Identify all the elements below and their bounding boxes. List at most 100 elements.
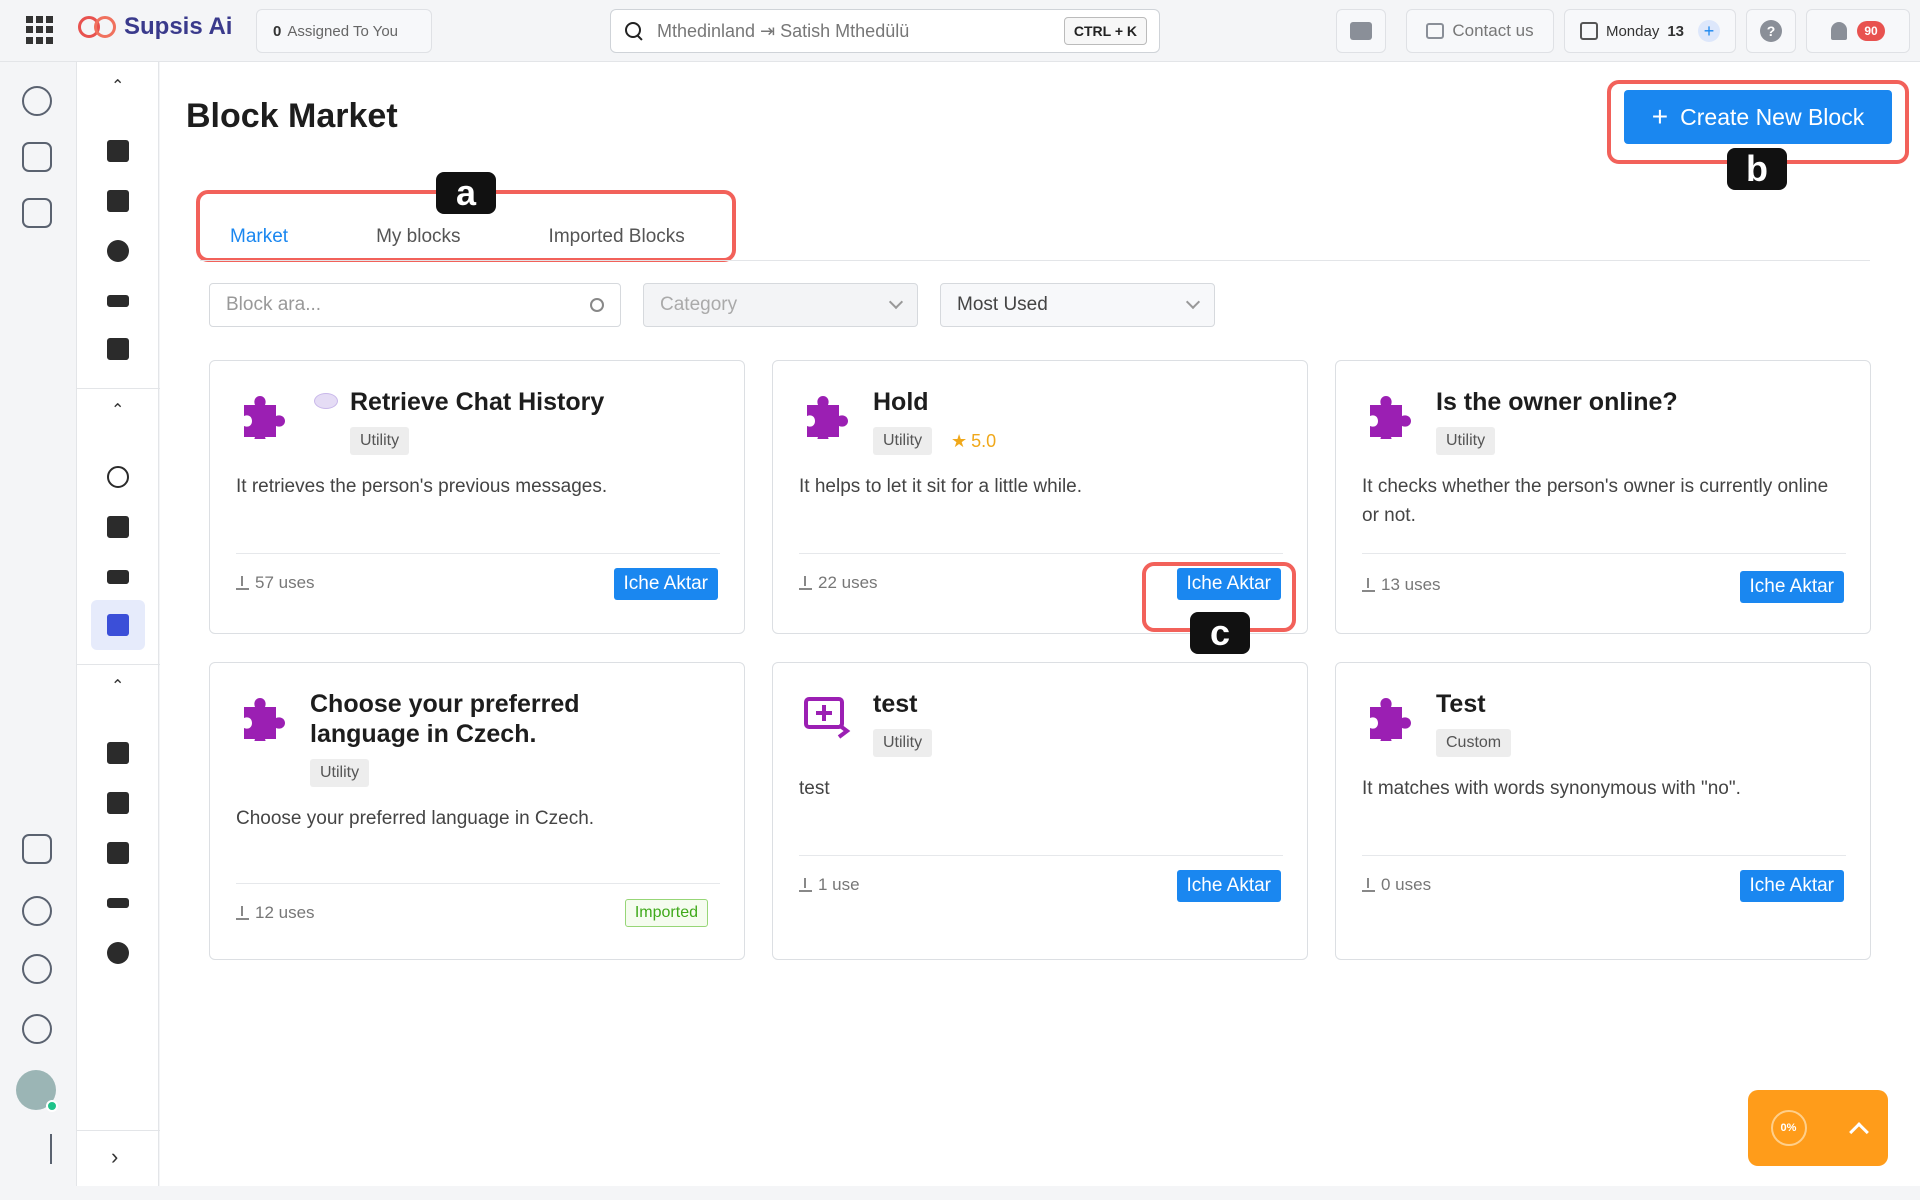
category-select[interactable]: Category bbox=[643, 283, 918, 327]
contacts-card-icon[interactable] bbox=[22, 142, 52, 172]
book-icon[interactable] bbox=[107, 140, 129, 162]
date-day: Monday bbox=[1605, 22, 1660, 40]
card-uses: 57 uses bbox=[236, 573, 315, 593]
create-new-block-button[interactable]: + Create New Block bbox=[1624, 90, 1892, 144]
archive-tray-icon[interactable] bbox=[22, 198, 52, 228]
inbox-button[interactable] bbox=[1336, 9, 1386, 53]
calendar-icon bbox=[1579, 22, 1598, 40]
bar-chart-icon[interactable] bbox=[107, 842, 129, 864]
card-category-tag: Utility bbox=[350, 427, 410, 455]
collapse-section-chevron-icon[interactable]: ⌃ bbox=[111, 76, 124, 96]
block-card-czech-language[interactable]: Choose your preferred language in Czech.… bbox=[209, 662, 745, 960]
date-button[interactable]: Monday 13 + bbox=[1564, 9, 1736, 53]
chat-icon bbox=[1426, 23, 1445, 39]
card-divider bbox=[799, 855, 1283, 856]
card-title: Is the owner online? bbox=[1436, 388, 1678, 416]
import-button[interactable]: Iche Aktar bbox=[1176, 870, 1281, 902]
tab-market[interactable]: Market bbox=[230, 226, 288, 248]
collapse-sidebar-icon[interactable] bbox=[22, 1134, 52, 1164]
collapse-section-chevron-icon[interactable]: ⌃ bbox=[111, 400, 124, 420]
app-logo[interactable]: Supsis Ai bbox=[78, 13, 232, 41]
area-chart-icon[interactable] bbox=[107, 792, 129, 814]
conversations-icon[interactable] bbox=[22, 86, 52, 116]
import-button[interactable]: Iche Aktar bbox=[1739, 571, 1844, 603]
card-title: Choose your preferred language in Czech. bbox=[310, 690, 580, 748]
tab-imported-blocks[interactable]: Imported Blocks bbox=[549, 226, 685, 248]
history-icon[interactable] bbox=[107, 466, 129, 488]
chevron-down-icon bbox=[1185, 294, 1201, 310]
global-search-text: Mthedinland ⇥ Satish Mthedülü bbox=[657, 20, 910, 41]
card-divider bbox=[1362, 855, 1846, 856]
help-icon: ? bbox=[1760, 20, 1782, 42]
chevron-down-icon bbox=[888, 294, 904, 310]
download-icon bbox=[1362, 577, 1375, 592]
dashboard-layout-icon[interactable] bbox=[22, 834, 52, 864]
store-icon[interactable] bbox=[107, 614, 129, 636]
chat-bubble-icon bbox=[314, 393, 338, 409]
block-card-owner-online[interactable]: Is the owner online? Utility It checks w… bbox=[1335, 360, 1871, 634]
top-bar: Supsis Ai 0 Assigned To You Mthedinland … bbox=[0, 0, 1920, 62]
star-icon: ★ bbox=[951, 431, 968, 451]
trend-icon[interactable] bbox=[107, 898, 129, 908]
key-icon[interactable] bbox=[107, 295, 129, 307]
star-icon[interactable] bbox=[107, 942, 129, 964]
user-avatar[interactable] bbox=[16, 1070, 58, 1112]
sort-value: Most Used bbox=[957, 294, 1048, 315]
bell-icon bbox=[1831, 22, 1848, 40]
global-search-input[interactable]: Mthedinland ⇥ Satish Mthedülü CTRL + K bbox=[610, 9, 1160, 53]
setup-progress-widget[interactable]: 0% bbox=[1748, 1090, 1888, 1166]
search-shortcut: CTRL + K bbox=[1063, 17, 1147, 45]
import-button[interactable]: Iche Aktar bbox=[1739, 870, 1844, 902]
card-title: Test bbox=[1436, 690, 1486, 718]
assigned-to-you-button[interactable]: 0 Assigned To You bbox=[256, 9, 432, 53]
card-uses-text: 1 use bbox=[818, 875, 860, 894]
assigned-label: Assigned To You bbox=[287, 22, 398, 40]
sub-navigation: ⌃ ⌃ ⌃ › bbox=[76, 62, 160, 1186]
list-lines-icon[interactable] bbox=[107, 570, 129, 584]
block-card-retrieve-chat-history[interactable]: Retrieve Chat History Utility It retriev… bbox=[209, 360, 745, 634]
card-uses-text: 13 uses bbox=[1381, 575, 1441, 594]
expand-chevron-icon[interactable]: › bbox=[111, 1144, 118, 1170]
apps-grid-icon[interactable] bbox=[26, 16, 54, 44]
section-divider bbox=[77, 664, 160, 665]
block-card-test[interactable]: test Utility test 1 use Iche Aktar bbox=[772, 662, 1308, 960]
annotation-label-a: a bbox=[436, 172, 496, 214]
card-uses: 12 uses bbox=[236, 903, 315, 923]
card-category-tag: Utility bbox=[873, 427, 933, 455]
pie-chart-icon[interactable] bbox=[22, 954, 52, 984]
assigned-count: 0 bbox=[273, 22, 282, 40]
trash-icon[interactable] bbox=[107, 338, 129, 360]
add-event-icon[interactable]: + bbox=[1698, 20, 1721, 42]
card-category-tag: Utility bbox=[873, 729, 933, 757]
graduation-cap-icon[interactable] bbox=[107, 516, 129, 538]
page-title: Block Market bbox=[186, 97, 398, 135]
progress-ring: 0% bbox=[1770, 1110, 1807, 1146]
tab-my-blocks[interactable]: My blocks bbox=[376, 226, 460, 248]
puzzle-icon bbox=[1370, 396, 1411, 439]
card-description: It checks whether the person's owner is … bbox=[1362, 476, 1829, 526]
settings-gear-icon[interactable] bbox=[22, 1014, 52, 1044]
sort-select[interactable]: Most Used bbox=[940, 283, 1215, 327]
contact-us-button[interactable]: Contact us bbox=[1406, 9, 1554, 53]
import-button[interactable]: Iche Aktar bbox=[613, 568, 718, 600]
chevron-up-icon[interactable] bbox=[1848, 1122, 1869, 1142]
block-card-custom-test[interactable]: Test Custom It matches with words synony… bbox=[1335, 662, 1871, 960]
notifications-button[interactable]: 90 bbox=[1806, 9, 1910, 53]
card-divider bbox=[1362, 553, 1846, 554]
card-uses-text: 22 uses bbox=[818, 573, 878, 592]
hierarchy-icon[interactable] bbox=[22, 896, 52, 926]
download-icon bbox=[799, 575, 812, 590]
message-icon[interactable] bbox=[107, 742, 129, 764]
notification-count: 90 bbox=[1857, 21, 1885, 41]
help-button[interactable]: ? bbox=[1746, 9, 1796, 53]
block-search-input[interactable]: Block ara... bbox=[209, 283, 621, 327]
notes-icon[interactable] bbox=[107, 190, 129, 212]
download-icon bbox=[236, 905, 249, 920]
plus-icon: + bbox=[1651, 101, 1669, 132]
tab-divider bbox=[200, 260, 1870, 261]
online-status-dot bbox=[46, 1100, 58, 1112]
card-uses: 0 uses bbox=[1362, 875, 1431, 895]
settings-bulb-icon[interactable] bbox=[107, 240, 129, 262]
collapse-section-chevron-icon[interactable]: ⌃ bbox=[111, 676, 124, 696]
card-uses-text: 0 uses bbox=[1381, 875, 1432, 894]
